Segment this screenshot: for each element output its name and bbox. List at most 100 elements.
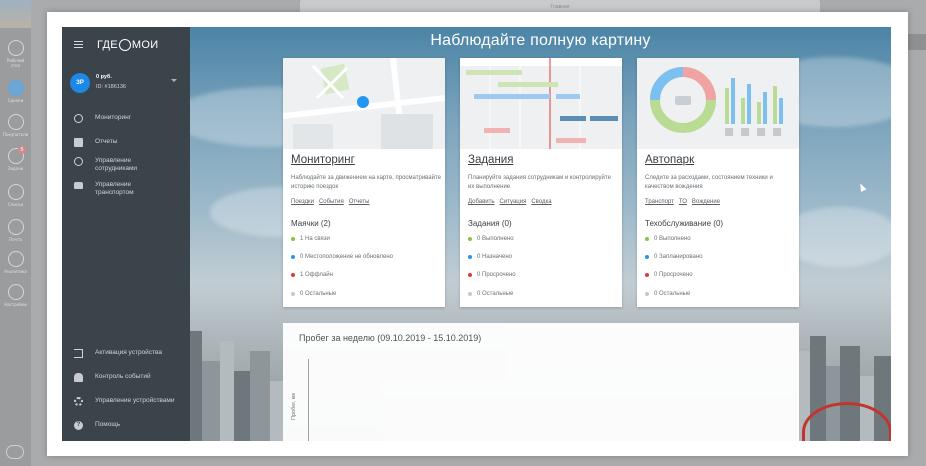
card-subtitle: Маячки (2)	[291, 219, 331, 228]
nav-item-device-activation[interactable]: Активация устройства	[74, 349, 162, 358]
gear-icon	[74, 397, 83, 406]
status-dot	[291, 237, 295, 241]
avatar: ЗР	[70, 73, 90, 93]
card-description: Наблюдайте за движением на карте, просма…	[291, 175, 442, 190]
map-icon	[283, 58, 445, 149]
mileage-y-axis	[308, 359, 309, 441]
stat-item: 0 Выполнено	[645, 236, 691, 242]
stat-item: 0 Местоположение не обновлено	[291, 254, 393, 260]
logo: ГДЕ МОИ	[97, 39, 159, 51]
building	[190, 331, 202, 441]
logo-mark-icon	[118, 39, 131, 51]
stat-item: 1 Оффлайн	[291, 272, 333, 278]
mileage-title: Пробег за неделю (09.10.2019 - 15.10.201…	[299, 333, 482, 343]
chevron-down-icon[interactable]	[171, 79, 177, 82]
outer-rail: Рабочий стол Сделки Покупатели Задачи Сп…	[0, 0, 31, 466]
hero-title: Наблюдайте полную картину	[430, 32, 651, 49]
stat-item: 1 На связи	[291, 236, 330, 242]
building	[234, 371, 250, 441]
link-transport[interactable]: Транспорт	[645, 199, 674, 205]
rail-item-deals[interactable]: Сделки	[3, 80, 28, 103]
link-events[interactable]: События	[319, 199, 344, 205]
building	[250, 351, 270, 441]
status-dot	[468, 273, 472, 277]
stat-item: 0 Назначено	[468, 254, 512, 260]
card-description: Следите за расходами, состоянием техники…	[645, 175, 773, 190]
stat-item: 0 Просрочено	[468, 272, 516, 278]
link-reports[interactable]: Отчеты	[349, 199, 370, 205]
rail-item-mail[interactable]: Почта	[3, 219, 28, 242]
sidebar: ГДЕ МОИ ЗР 0 руб. ID: #186136 Мониторинг …	[62, 27, 190, 441]
logo-row: ГДЕ МОИ	[74, 37, 158, 53]
card-tasks: Задания Планируйте задания сотрудникам и…	[460, 58, 622, 307]
rail-badge: 5	[18, 146, 26, 154]
status-dot	[468, 255, 472, 259]
card-title[interactable]: Задания	[468, 154, 513, 166]
status-dot	[645, 292, 649, 296]
globe-icon	[7, 114, 24, 130]
stat-item: 0 Запланировано	[645, 254, 703, 260]
building	[270, 381, 283, 441]
gantt-icon	[460, 58, 622, 149]
outer-thumbnail	[0, 0, 31, 28]
stat-item: 0 Просрочено	[645, 272, 693, 278]
rail-item-analytics[interactable]: Аналитика	[3, 251, 28, 274]
link-situation[interactable]: Ситуация	[500, 199, 527, 205]
list-icon	[7, 184, 24, 200]
card-title[interactable]: Автопарк	[645, 154, 694, 166]
card-subtitle: Техобслуживание (0)	[645, 219, 724, 228]
link-summary[interactable]: Сводка	[531, 199, 551, 205]
link-trips[interactable]: Поездки	[291, 199, 314, 205]
nav-item-event-control[interactable]: Контроль событий	[74, 373, 151, 382]
rail-item-buyers[interactable]: Покупатели	[3, 114, 28, 137]
status-dot	[645, 237, 649, 241]
card-subtitle: Задания (0)	[468, 219, 512, 228]
card-description: Планируйте задания сотрудникам и контрол…	[468, 175, 611, 190]
link-driving[interactable]: Вождение	[692, 199, 720, 205]
status-dot	[468, 292, 472, 296]
nav-item-monitoring[interactable]: Мониторинг	[74, 114, 131, 123]
outer-right-bar	[907, 34, 926, 50]
chat-icon[interactable]	[6, 445, 24, 459]
chart-icon	[7, 251, 24, 267]
hamburger-icon[interactable]	[74, 41, 83, 49]
stat-item: 0 Остальные	[468, 291, 513, 297]
rail-item-settings[interactable]: Настройки	[3, 284, 28, 307]
status-dot	[291, 292, 295, 296]
status-dot	[291, 255, 295, 259]
mileage-panel: Пробег за неделю (09.10.2019 - 15.10.201…	[283, 323, 799, 441]
nav-item-device-management[interactable]: Управление устройствами	[74, 397, 175, 406]
mail-icon	[7, 219, 24, 235]
building	[220, 341, 234, 441]
rail-item-lists[interactable]: Списки	[3, 184, 28, 207]
exit-icon	[74, 349, 83, 358]
gear-icon	[7, 284, 24, 300]
card-fleet: Автопарк Следите за расходами, состояние…	[637, 58, 799, 307]
status-dot	[468, 237, 472, 241]
card-links: Поездки События Отчеты	[291, 199, 374, 205]
user-menu[interactable]: ЗР 0 руб. ID: #186136	[70, 71, 182, 97]
status-dot	[291, 273, 295, 277]
balance: 0 руб.	[96, 74, 112, 80]
fleet-illustration	[637, 58, 799, 149]
nav-item-employees[interactable]: Управление сотрудниками	[74, 157, 154, 173]
card-monitoring: Мониторинг Наблюдайте за движением на ка…	[283, 58, 445, 307]
stat-item: 0 Остальные	[291, 291, 336, 297]
nav-item-transport[interactable]: Управление транспортом	[74, 181, 154, 197]
car-icon	[74, 182, 83, 189]
nav-item-reports[interactable]: Отчеты	[74, 138, 117, 147]
link-add[interactable]: Добавить	[468, 199, 495, 205]
fleet-chart-icon	[637, 58, 799, 149]
nav-item-help[interactable]: ? Помощь	[74, 421, 120, 430]
card-links: Транспорт ТО Вождение	[645, 199, 725, 205]
map-illustration	[283, 58, 445, 149]
rail-item-desktop[interactable]: Рабочий стол	[3, 40, 28, 68]
bell-icon	[74, 373, 83, 382]
speedometer-icon	[7, 40, 24, 56]
link-maintenance[interactable]: ТО	[679, 199, 687, 205]
globe-icon	[74, 114, 83, 123]
card-title[interactable]: Мониторинг	[291, 154, 355, 166]
account-id: ID: #186136	[96, 84, 126, 90]
status-dot	[645, 255, 649, 259]
coin-icon	[7, 80, 24, 96]
